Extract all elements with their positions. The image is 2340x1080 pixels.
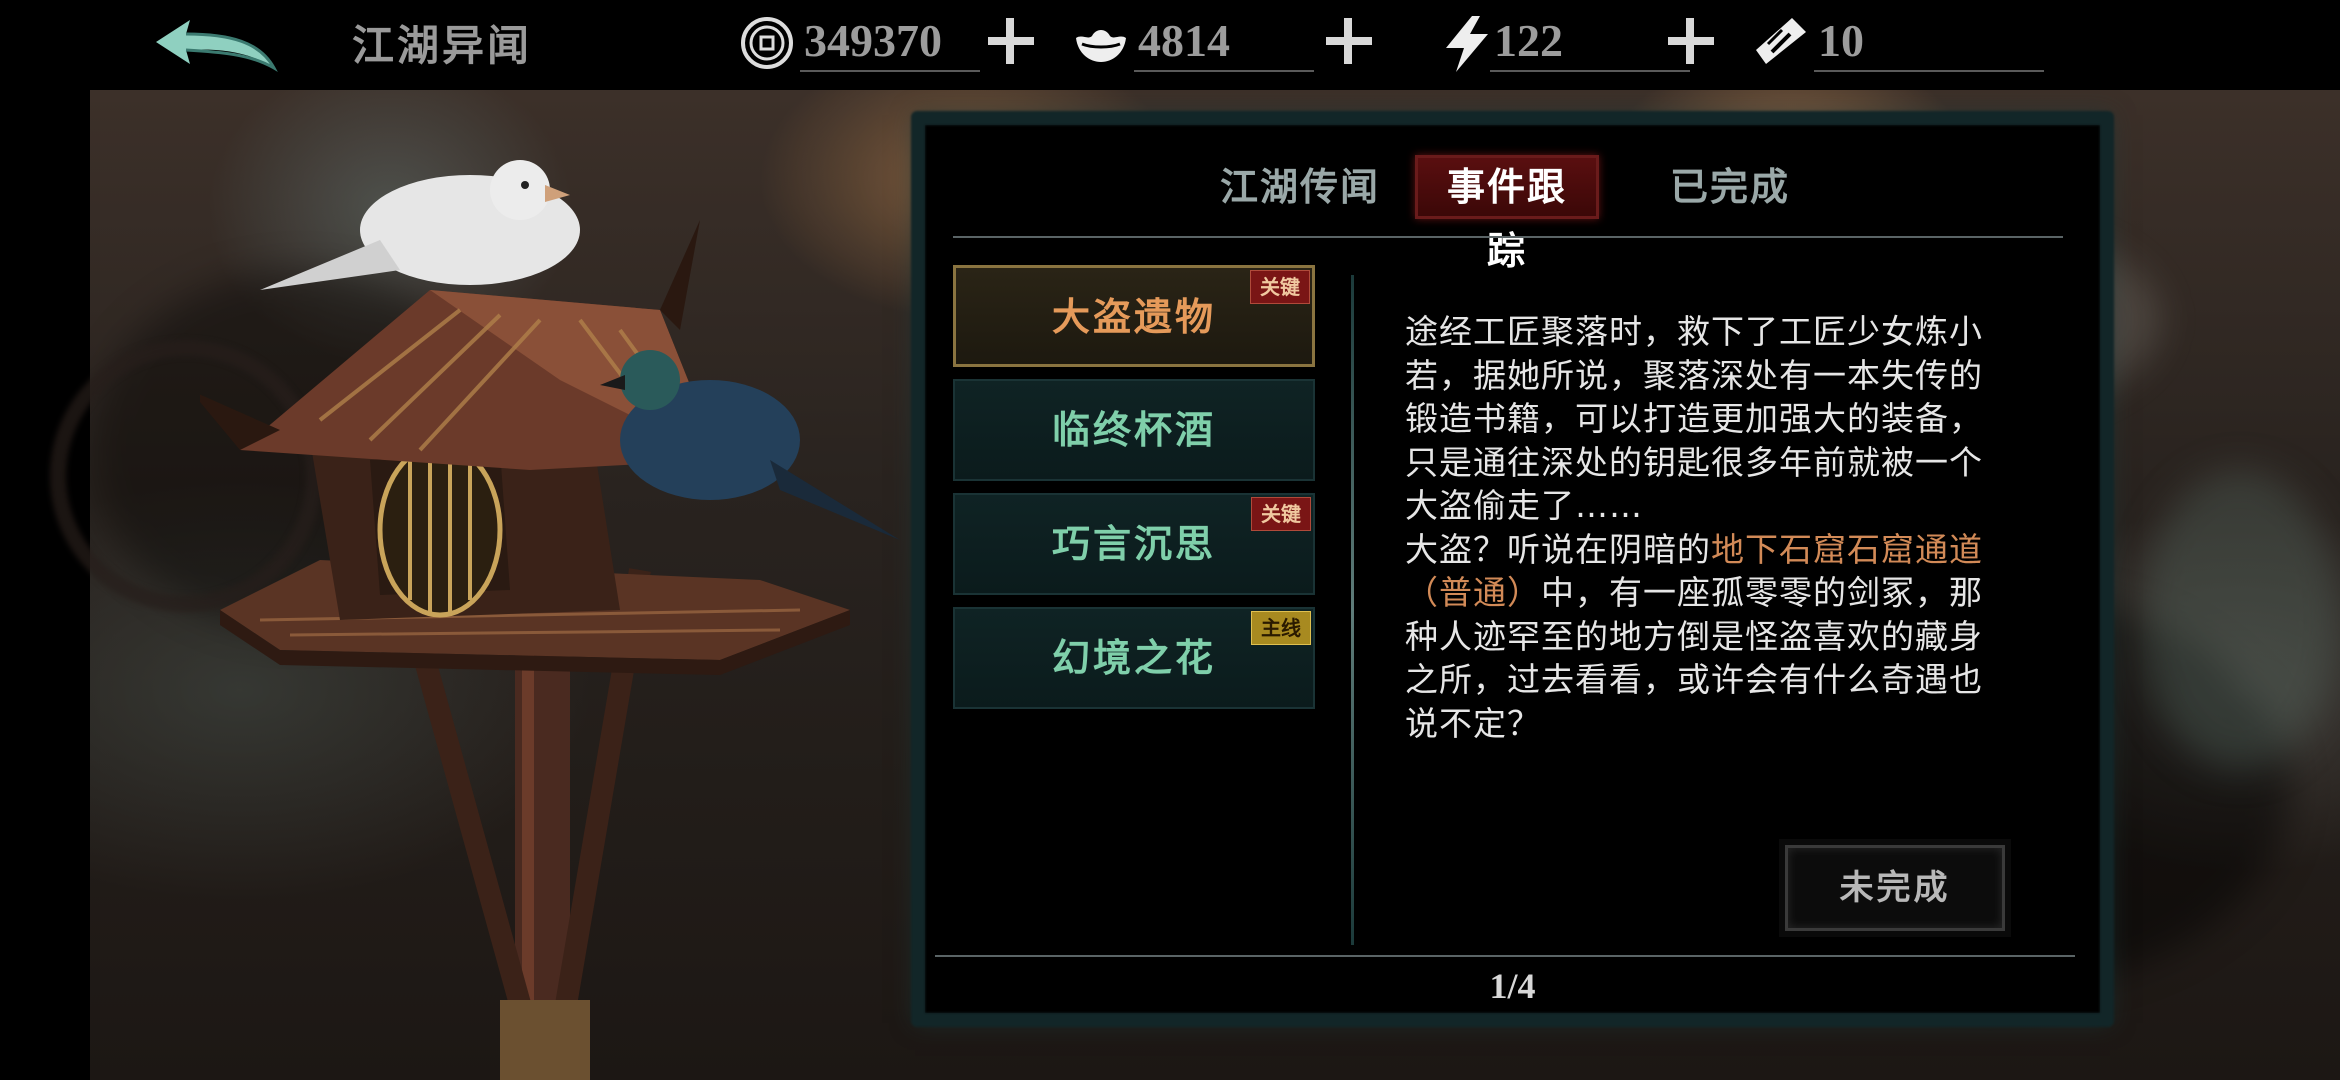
scroll-ticket-icon <box>1756 18 1806 64</box>
quest-title: 临终杯酒 <box>1051 407 1216 452</box>
tab-divider <box>953 236 2063 238</box>
resource-silver: 4814 <box>1072 6 1372 76</box>
silver-value: 4814 <box>1138 15 1230 66</box>
quest-item-farewell-wine[interactable]: 临终杯酒 <box>953 379 1315 481</box>
silver-ingot-icon <box>1076 30 1126 62</box>
tab-jianghu-rumors[interactable]: 江湖传闻 <box>1195 155 1405 219</box>
bottom-divider <box>935 955 2075 957</box>
description-text-2: 大盗？听说在阴暗的 <box>1405 529 1711 569</box>
quest-item-illusion-flower[interactable]: 幻境之花 主线 <box>953 607 1315 709</box>
quest-title: 幻境之花 <box>1051 635 1216 680</box>
main-story-badge: 主线 <box>1251 611 1311 645</box>
quest-description: 途经工匠聚落时，救下了工匠少女炼小若，据她所说，聚落深处有一本失传的锻造书籍，可… <box>1405 310 2005 745</box>
birdhouse-illustration <box>200 160 900 1080</box>
quest-item-clever-words[interactable]: 巧言沉思 关键 <box>953 493 1315 595</box>
add-coins-button[interactable] <box>984 14 1038 68</box>
tickets-value: 10 <box>1818 15 1864 66</box>
quest-panel: 江湖传闻 事件跟踪 已完成 大盗遗物 关键 临终杯酒 巧言沉思 关键 幻境之花 … <box>925 125 2100 1013</box>
resource-coins: 349370 <box>738 6 1038 76</box>
resource-stamina: 122 <box>1438 6 1728 76</box>
key-badge: 关键 <box>1250 270 1310 304</box>
coins-value: 349370 <box>804 15 942 66</box>
key-badge: 关键 <box>1251 497 1311 531</box>
dark-pigeon <box>600 350 900 540</box>
quest-title: 巧言沉思 <box>1051 521 1216 566</box>
tab-event-tracking[interactable]: 事件跟踪 <box>1415 155 1599 273</box>
add-silver-button[interactable] <box>1322 14 1376 68</box>
tab-completed[interactable]: 已完成 <box>1655 155 1805 219</box>
description-text-1: 途经工匠聚落时，救下了工匠少女炼小若，据她所说，聚落深处有一本失传的锻造书籍，可… <box>1405 312 1983 525</box>
quest-title: 大盗遗物 <box>1051 294 1216 339</box>
add-stamina-button[interactable] <box>1664 14 1718 68</box>
top-bar: 江湖异闻 349370 4814 122 10 <box>0 0 2340 90</box>
incomplete-status-button[interactable]: 未完成 <box>1785 845 2005 931</box>
stamina-value: 122 <box>1494 15 1563 66</box>
quest-item-great-thief-relic[interactable]: 大盗遗物 关键 <box>953 265 1315 367</box>
resource-tickets: 10 <box>1752 6 2052 76</box>
coin-icon <box>741 17 793 69</box>
back-arrow-icon[interactable] <box>150 12 280 78</box>
lightning-icon <box>1446 16 1488 72</box>
page-indicator: 1/4 <box>1489 966 1536 1006</box>
white-pigeon <box>260 160 580 290</box>
list-divider <box>1351 275 1354 945</box>
page-title: 江湖异闻 <box>352 21 533 70</box>
